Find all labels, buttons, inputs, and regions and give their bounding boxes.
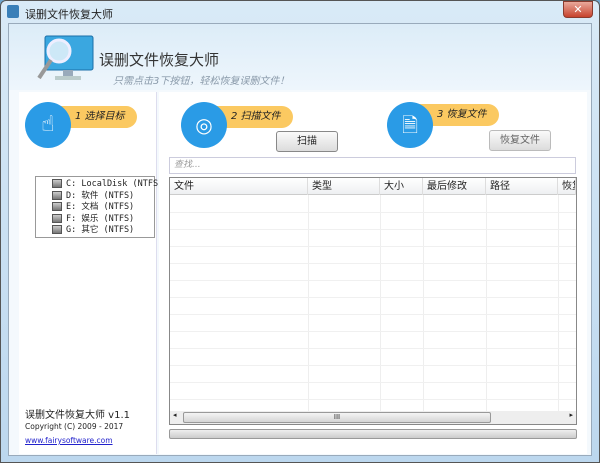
col-divider (308, 195, 309, 413)
col-recover[interactable]: 恢复 (558, 178, 576, 195)
col-divider (380, 195, 381, 413)
table-header: 文件 类型 大小 最后修改 路径 恢复 (170, 178, 576, 195)
horizontal-scrollbar[interactable]: ◂ III ▸ (170, 411, 576, 424)
row-gridline (170, 348, 576, 349)
row-gridline (170, 297, 576, 298)
col-type[interactable]: 类型 (308, 178, 380, 195)
right-panel: 2 扫描文件 ◎ 扫描 3 恢复文件 🗎 恢复文件 查找... 文件 类型 大小… (159, 92, 587, 454)
close-button[interactable]: ✕ (563, 1, 593, 18)
row-gridline (170, 399, 576, 400)
col-divider (558, 195, 559, 413)
drive-item-d[interactable]: D: 软件 (NTFS) (44, 190, 154, 203)
drive-icon (52, 213, 62, 223)
scan-button[interactable]: 扫描 (276, 131, 338, 152)
drive-icon (52, 179, 62, 188)
hand-pointer-icon: ☝ (25, 102, 71, 148)
app-title: 误删文件恢复大师 (99, 51, 220, 69)
row-gridline (170, 229, 576, 230)
drive-item-c[interactable]: C: LocalDisk (NTFS) (44, 179, 163, 191)
scroll-thumb[interactable]: III (183, 412, 491, 423)
search-input[interactable]: 查找... (169, 157, 576, 174)
document-search-icon: 🗎 (387, 102, 433, 148)
drive-item-g[interactable]: G: 其它 (NTFS) (44, 225, 154, 237)
row-gridline (170, 331, 576, 332)
col-path[interactable]: 路径 (486, 178, 558, 195)
monitor-magnifier-icon (37, 35, 94, 80)
header: 误删文件恢复大师 只需点击3下按钮，轻松恢复误删文件！ (9, 24, 591, 90)
drive-icon (52, 225, 62, 234)
app-subtitle: 只需点击3下按钮，轻松恢复误删文件！ (113, 76, 290, 87)
row-gridline (170, 280, 576, 281)
row-gridline (170, 246, 576, 247)
title-bar: 误删文件恢复大师 ✕ (1, 1, 599, 23)
col-size[interactable]: 大小 (380, 178, 423, 195)
app-window: 误删文件恢复大师 ✕ 误删文件恢复大师 只需点击3下按钮，轻松恢复误删文件！ 1… (0, 0, 600, 463)
drive-tree: C: LocalDisk (NTFS) D: 软件 (NTFS) E: 文档 (… (35, 176, 163, 238)
left-panel: 1 选择目标 ☝ C: LocalDisk (NTFS) D: 软件 (NTFS… (19, 92, 163, 454)
row-gridline (170, 314, 576, 315)
progress-bar (169, 429, 577, 439)
recover-button[interactable]: 恢复文件 (489, 130, 551, 151)
row-gridline (170, 382, 576, 383)
scroll-right-icon[interactable]: ▸ (569, 411, 573, 419)
row-gridline (170, 212, 576, 213)
scroll-left-icon[interactable]: ◂ (173, 411, 177, 419)
row-gridline (170, 263, 576, 264)
col-divider (423, 195, 424, 413)
col-divider (486, 195, 487, 413)
file-table: 文件 类型 大小 最后修改 路径 恢复 ◂ III ▸ (169, 177, 577, 425)
drive-icon (52, 190, 62, 200)
copyright-label: Copyright (C) 2009 - 2017 (25, 422, 124, 431)
col-modified[interactable]: 最后修改 (423, 178, 486, 195)
radar-scan-icon: ◎ (181, 102, 227, 148)
app-icon (7, 5, 19, 18)
drive-item-f[interactable]: F: 娱乐 (NTFS) (44, 213, 154, 226)
window-title: 误删文件恢复大师 (25, 8, 113, 21)
client-area: 误删文件恢复大师 只需点击3下按钮，轻松恢复误删文件！ 1 选择目标 ☝ C: … (8, 23, 592, 456)
version-label: 误删文件恢复大师 v1.1 (25, 410, 130, 421)
website-link[interactable]: www.fairysoftware.com (25, 436, 113, 445)
drive-icon (52, 202, 62, 211)
col-file[interactable]: 文件 (170, 178, 308, 195)
drive-item-e[interactable]: E: 文档 (NTFS) (44, 202, 154, 214)
row-gridline (170, 365, 576, 366)
